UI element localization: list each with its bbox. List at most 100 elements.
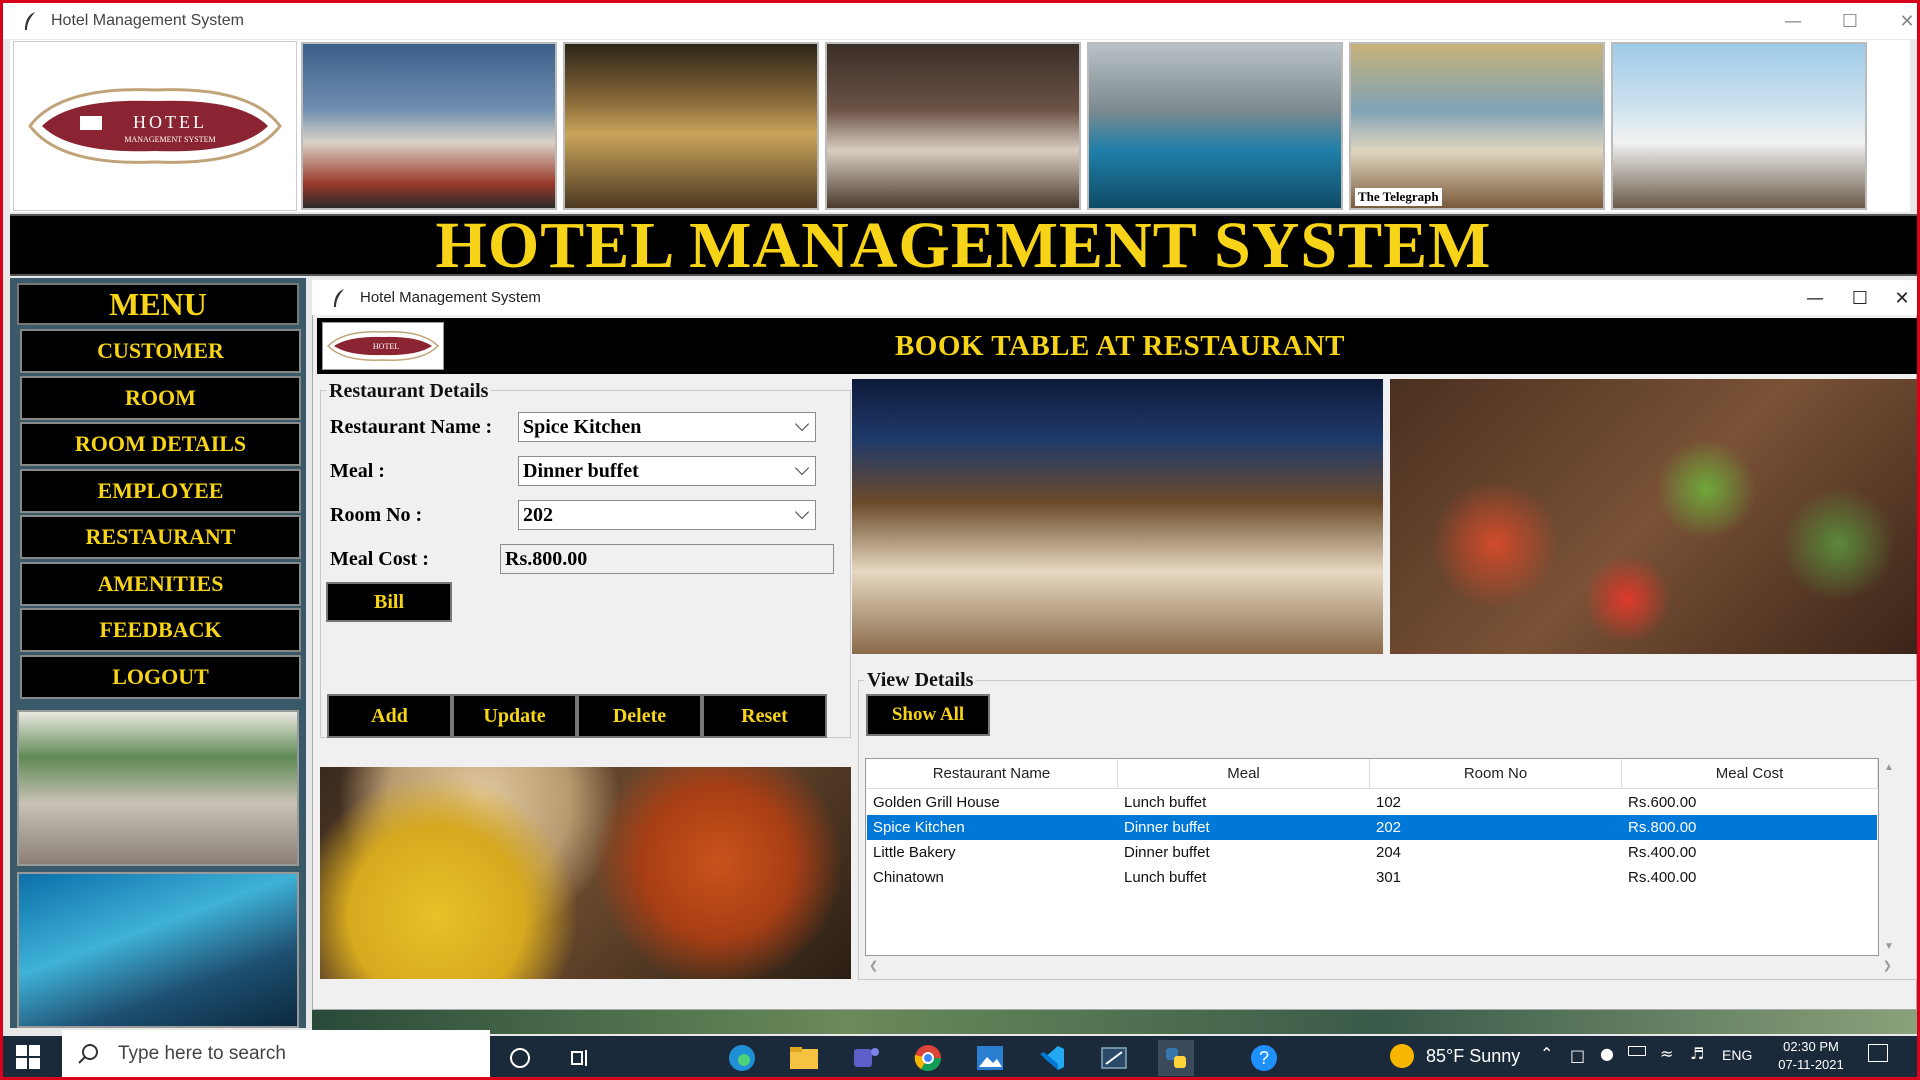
python-icon[interactable]	[1158, 1040, 1194, 1076]
feather-icon	[334, 288, 344, 307]
snipping-tool-icon[interactable]	[1096, 1040, 1132, 1076]
side-photo-underwater-suite	[17, 872, 299, 1028]
notifications-icon[interactable]	[1868, 1044, 1888, 1062]
edge-icon[interactable]	[724, 1040, 760, 1076]
room-no-value: 202	[523, 503, 553, 526]
weather-text[interactable]: 85°F Sunny	[1426, 1046, 1520, 1067]
file-explorer-icon[interactable]	[786, 1040, 822, 1076]
cell-meal-cost: Rs.400.00	[1628, 844, 1697, 861]
column-header-restaurant-name[interactable]: Restaurant Name	[866, 759, 1118, 789]
meal-cost-label: Meal Cost :	[330, 548, 429, 570]
room-no-label: Room No :	[330, 504, 423, 526]
dialog-title: Hotel Management System	[360, 289, 541, 306]
clock[interactable]: 02:30 PM 07-11-2021	[1776, 1038, 1846, 1074]
column-header-room-no[interactable]: Room No	[1370, 759, 1622, 789]
room-no-combobox[interactable]: 202	[518, 500, 816, 530]
svg-text:?: ?	[1259, 1048, 1269, 1068]
search-placeholder: Type here to search	[118, 1042, 286, 1064]
scroll-left-icon[interactable]: ❮	[869, 959, 878, 972]
cell-meal: Lunch buffet	[1124, 869, 1207, 886]
language-indicator[interactable]: ENG	[1722, 1047, 1752, 1063]
battery-icon[interactable]	[1628, 1046, 1646, 1056]
scroll-down-icon[interactable]: ▼	[1884, 941, 1894, 952]
minimize-button[interactable]: —	[1763, 3, 1823, 39]
dialog-close-button[interactable]: ✕	[1872, 280, 1920, 316]
show-all-button[interactable]: Show All	[866, 694, 990, 736]
delete-button[interactable]: Delete	[577, 694, 702, 738]
close-button[interactable]: ✕	[1877, 3, 1920, 39]
meal-combobox[interactable]: Dinner buffet	[518, 456, 816, 486]
main-window-titlebar: Hotel Management System — ☐ ✕	[3, 3, 1917, 39]
table-vertical-scrollbar[interactable]: ▲ ▼	[1880, 758, 1898, 956]
scroll-up-icon[interactable]: ▲	[1884, 762, 1894, 773]
restaurant-name-label: Restaurant Name :	[330, 416, 493, 438]
view-details-legend: View Details	[864, 669, 977, 692]
chrome-icon[interactable]	[910, 1040, 946, 1076]
banner-photo-bedroom-city	[301, 42, 557, 210]
clock-time: 02:30 PM	[1783, 1039, 1839, 1054]
maximize-button[interactable]: ☐	[1820, 3, 1880, 39]
clock-date: 07-11-2021	[1778, 1057, 1844, 1072]
menu-logout-button[interactable]: LOGOUT	[20, 655, 301, 699]
menu-amenities-button[interactable]: AMENITIES	[20, 562, 301, 606]
menu-restaurant-button[interactable]: RESTAURANT	[20, 515, 301, 559]
cell-meal-cost: Rs.600.00	[1628, 794, 1697, 811]
chevron-down-icon	[794, 460, 810, 476]
search-icon	[78, 1043, 98, 1064]
dialog-logo: HOTEL	[322, 322, 444, 370]
table-row[interactable]: Little Bakery Dinner buffet 204 Rs.400.0…	[867, 840, 1877, 865]
help-icon[interactable]: ?	[1246, 1040, 1282, 1076]
bookings-table[interactable]: Restaurant Name Meal Room No Meal Cost G…	[865, 758, 1879, 956]
logo-text: HOTEL	[133, 112, 207, 132]
bill-button[interactable]: Bill	[326, 582, 452, 622]
chevron-down-icon	[794, 504, 810, 520]
vscode-icon[interactable]	[1034, 1040, 1070, 1076]
cell-room-no: 202	[1376, 819, 1402, 836]
tray-chevron-up-icon[interactable]: ⌃	[1540, 1044, 1553, 1063]
cortana-icon[interactable]	[502, 1040, 538, 1076]
menu-room-details-button[interactable]: ROOM DETAILS	[20, 422, 301, 466]
side-photo-room	[17, 710, 299, 866]
taskbar-search-box[interactable]: Type here to search	[62, 1030, 490, 1077]
table-horizontal-scrollbar[interactable]: ❮ ❯	[865, 958, 1898, 976]
restaurant-name-combobox[interactable]: Spice Kitchen	[518, 412, 816, 442]
column-header-meal-cost[interactable]: Meal Cost	[1622, 759, 1878, 789]
microphone-icon[interactable]: ●	[1600, 1044, 1614, 1063]
volume-icon[interactable]: ♬	[1690, 1044, 1704, 1063]
scroll-right-icon[interactable]: ❯	[1883, 959, 1892, 972]
reset-button[interactable]: Reset	[702, 694, 827, 738]
task-view-icon[interactable]	[562, 1040, 598, 1076]
menu-room-button[interactable]: ROOM	[20, 376, 301, 420]
table-row[interactable]: Golden Grill House Lunch buffet 102 Rs.6…	[867, 790, 1877, 815]
tray-device-icon[interactable]: □	[1570, 1046, 1585, 1065]
menu-customer-button[interactable]: CUSTOMER	[20, 329, 301, 373]
meal-cost-field[interactable]: Rs.800.00	[500, 544, 834, 574]
sun-weather-icon[interactable]	[1390, 1044, 1414, 1068]
menu-employee-button[interactable]: EMPLOYEE	[20, 469, 301, 513]
table-row-selected[interactable]: Spice Kitchen Dinner buffet 202 Rs.800.0…	[867, 815, 1877, 840]
table-row[interactable]: Chinatown Lunch buffet 301 Rs.400.00	[867, 865, 1877, 890]
feather-icon	[25, 12, 35, 30]
photos-icon[interactable]	[972, 1040, 1008, 1076]
meal-label: Meal :	[330, 460, 385, 482]
hotel-logo: HOTEL MANAGEMENT SYSTEM	[13, 41, 297, 211]
column-header-meal[interactable]: Meal	[1118, 759, 1370, 789]
cell-meal-cost: Rs.400.00	[1628, 869, 1697, 886]
wifi-icon[interactable]: ≈	[1660, 1044, 1673, 1063]
indian-food-photo	[320, 767, 851, 979]
banner-photo-terrace	[1611, 42, 1867, 210]
update-button[interactable]: Update	[452, 694, 577, 738]
chevron-down-icon	[794, 416, 810, 432]
cell-room-no: 204	[1376, 844, 1402, 861]
restaurant-name-value: Spice Kitchen	[523, 415, 642, 438]
menu-feedback-button[interactable]: FEEDBACK	[20, 608, 301, 652]
cell-meal: Lunch buffet	[1124, 794, 1207, 811]
cell-meal: Dinner buffet	[1124, 844, 1210, 861]
restaurant-interior-photo	[852, 379, 1383, 654]
windows-start-icon[interactable]	[14, 1043, 42, 1071]
menu-heading: MENU	[17, 283, 299, 325]
teams-icon[interactable]	[848, 1040, 884, 1076]
cell-restaurant-name: Chinatown	[873, 869, 944, 886]
cell-restaurant-name: Spice Kitchen	[873, 819, 965, 836]
add-button[interactable]: Add	[327, 694, 452, 738]
